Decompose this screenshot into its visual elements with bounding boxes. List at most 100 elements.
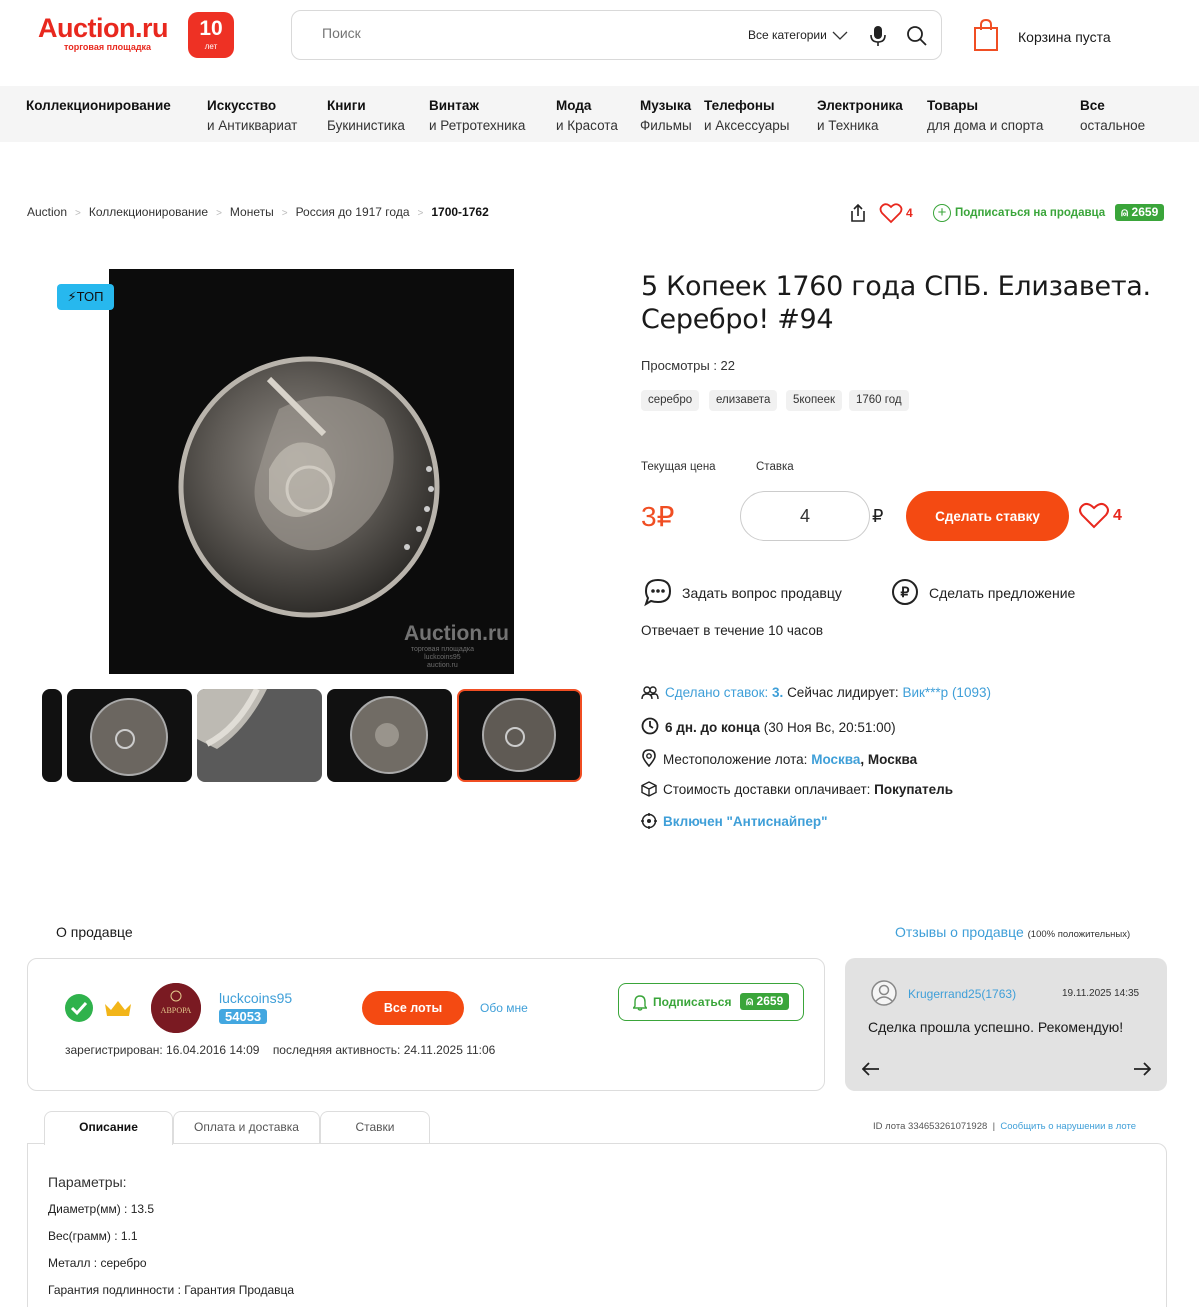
tag[interactable]: 1760 год [849,390,909,411]
main-coin-image[interactable]: Auction.ru торговая площадка luckcoins95 a… [109,269,514,674]
microphone-icon[interactable] [870,25,886,47]
search-input[interactable] [322,25,702,41]
about-seller-heading: О продавце [56,924,133,940]
param-item: Гарантия подлинности : Гарантия Продавца [48,1283,295,1297]
param-item: Металл : серебро [48,1256,147,1270]
nav-music[interactable]: Музыка Фильмы [640,96,692,136]
nav-label: Музыка [640,98,692,113]
bell-icon [633,995,647,1011]
breadcrumb-link[interactable]: Монеты [230,205,274,219]
tag[interactable]: елизавета [709,390,778,411]
site-logo[interactable]: Auction.ru торговая площадка [38,13,169,52]
thumbnail[interactable] [42,689,62,782]
subscribe-seller-link[interactable]: + Подписаться на продавца [933,204,1105,222]
breadcrumb-link[interactable]: Коллекционирование [89,205,208,219]
cart-icon[interactable] [972,18,1000,52]
top-badge: ⚡ТОП [57,284,114,310]
nav-electronics[interactable]: Электроника и Техника [817,96,903,136]
tab-bids[interactable]: Ставки [320,1111,430,1144]
coin-photo [178,356,440,618]
all-lots-button[interactable]: Все лоты [362,991,464,1025]
params-heading: Параметры: [48,1174,127,1190]
tag[interactable]: 5копеек [786,390,843,411]
seller-reviews-link[interactable]: Отзывы о продавце (100% положительных) [895,924,1130,940]
review-card: Krugerrand25(1763) 19.11.2025 14:35 Сдел… [845,958,1167,1091]
subscribe-button[interactable]: Подписаться ⍝ 2659 [618,983,804,1021]
shipping-payer: Покупатель [874,782,954,797]
shipping-info: Стоимость доставки оплачивает: Покупател… [641,781,953,797]
antisniper-info: Включен "Антиснайпер" [641,813,828,829]
location-region: , Москва [860,752,918,767]
param-item: Диаметр(мм) : 13.5 [48,1202,155,1216]
share-icon[interactable] [849,203,867,223]
breadcrumb-current: 1700-1762 [431,205,489,219]
watermark: Auction.ru [404,622,509,645]
seller-avatar[interactable]: АВРОРА [151,983,201,1033]
like-count: 4 [1113,507,1122,524]
reviewer-name-link[interactable]: Krugerrand25(1763) [908,987,1016,1001]
nav-label: Все [1080,98,1105,113]
location-city-link[interactable]: Москва [811,752,860,767]
place-bid-button[interactable]: Сделать ставку [906,491,1069,541]
nav-phones[interactable]: Телефоны и Аксессуары [704,96,789,136]
param-item: Вес(грамм) : 1.1 [48,1229,138,1243]
nav-label: Телефоны [704,98,775,113]
leader-link[interactable]: Вик***р (1093) [902,685,991,700]
thumbnail-selected[interactable] [457,689,582,782]
nav-collecting[interactable]: Коллекционирование [26,96,171,116]
ruble-circle-icon[interactable]: ₽ [891,578,919,606]
bids-made-link[interactable]: Сделано ставок: [665,685,768,700]
crown-icon [105,1001,131,1016]
thumbnail[interactable] [67,689,192,782]
bids-info: Сделано ставок: 3. Сейчас лидирует: Вик*… [641,685,991,700]
plus-circle-icon: + [933,204,951,222]
anniversary-word: лет [204,42,218,51]
thumbnail[interactable] [197,689,322,782]
ask-seller-link[interactable]: Задать вопрос продавцу [682,585,842,601]
subscribe-label: Подписаться [653,995,732,1009]
logo-text: Auction.ru [38,13,169,43]
breadcrumb-link[interactable]: Auction [27,205,67,219]
nav-books[interactable]: Книги Букинистика [327,96,405,136]
about-me-link[interactable]: Обо мне [480,1001,528,1015]
subscribers-count-badge: ⍝ 2659 [740,993,790,1010]
nav-label: Мода [556,98,592,113]
report-violation-link[interactable]: Сообщить о нарушении в лоте [1000,1121,1136,1132]
subscribe-seller-label: Подписаться на продавца [955,207,1106,220]
chat-bubble-icon[interactable] [643,577,673,607]
bids-count[interactable]: 3. [772,685,783,700]
like-heart-icon[interactable] [1078,501,1110,529]
tab-description[interactable]: Описание [44,1111,173,1145]
cart-status[interactable]: Корзина пуста [1018,29,1111,45]
lot-id: ID лота 334653261071928 [873,1121,988,1132]
bid-input[interactable] [740,491,870,541]
search-category-select[interactable]: Все категории [748,28,827,42]
chevron-down-icon[interactable] [832,27,848,43]
antisniper-link[interactable]: Включен "Антиснайпер" [663,814,828,829]
nav-art[interactable]: Искусство и Антиквариат [207,96,297,136]
nav-vintage[interactable]: Винтаж и Ретротехника [429,96,525,136]
nav-fashion[interactable]: Мода и Красота [556,96,618,136]
tag[interactable]: серебро [641,390,700,411]
clock-icon [641,717,659,735]
nav-sublabel: остальное [1080,118,1146,133]
search-icon[interactable] [906,25,928,47]
shipping-label: Стоимость доставки оплачивает: [663,782,871,797]
nav-sublabel: Фильмы [640,118,692,133]
favorite-heart-icon[interactable] [879,202,903,224]
subscribers-badge: ⍝ 2659 [1115,204,1165,221]
seller-rating-badge[interactable]: 54053 [219,1009,268,1024]
arrow-right-icon[interactable] [1133,1062,1151,1076]
crosshair-icon [641,813,657,829]
tab-payment-delivery[interactable]: Оплата и доставка [173,1111,320,1144]
breadcrumb-link[interactable]: Россия до 1917 года [296,205,410,219]
seller-name-link[interactable]: luckcoins95 [219,990,292,1006]
thumbnail[interactable] [327,689,452,782]
nav-home-sport[interactable]: Товары для дома и спорта [927,96,1043,136]
watermark-sub: торговая площадка luckcoins95 auction.ru [410,646,474,669]
make-offer-link[interactable]: Сделать предложение [929,585,1075,601]
currency-sign: ₽ [872,506,884,526]
nav-other[interactable]: Все остальное [1080,96,1145,136]
arrow-left-icon[interactable] [862,1062,880,1076]
seller-dates: зарегистрирован: 16.04.2016 14:09 послед… [65,1043,495,1057]
